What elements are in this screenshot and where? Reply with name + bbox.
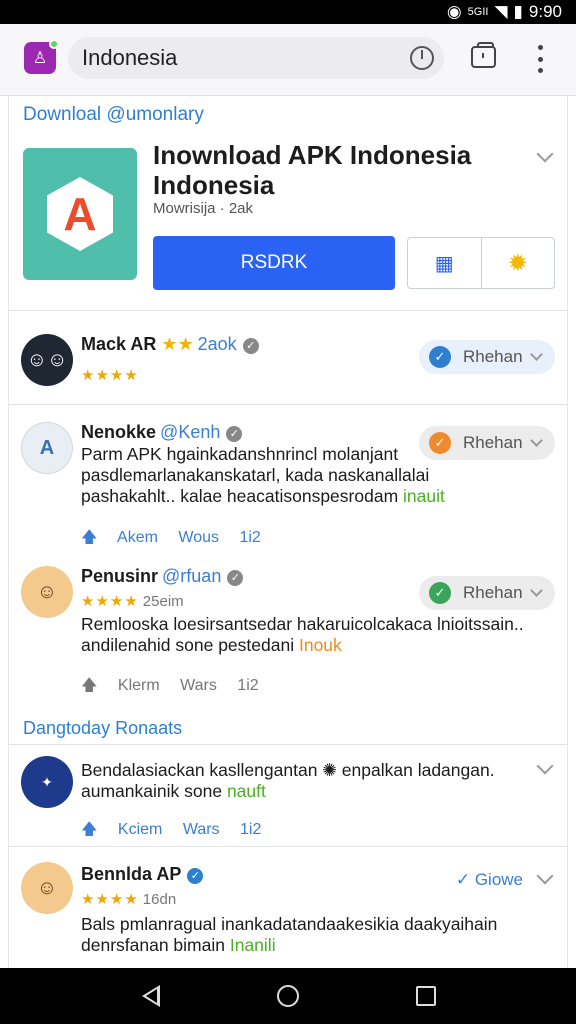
divider xyxy=(9,310,567,311)
verified-icon: ✓ xyxy=(187,868,204,884)
browser-toolbar: ♙ Indonesia xyxy=(0,24,576,96)
related-text: Bendalasiackan kasllengantan ✺ enpalkan … xyxy=(81,760,495,801)
action-count: 1i2 xyxy=(237,677,259,694)
avatar: ☺ xyxy=(21,862,73,914)
app-logo-icon: A xyxy=(23,148,137,280)
action-like[interactable]: Kciem xyxy=(118,821,162,838)
calendar-icon[interactable]: ▦ xyxy=(408,238,482,288)
status-bar: ◉ 5GII ◥ ▮ 9:90 xyxy=(0,0,576,24)
avatar: ✦ xyxy=(21,756,73,808)
review-author: Penusinr @rfuan ✓ xyxy=(81,566,244,587)
chevron-down-icon[interactable] xyxy=(536,145,554,163)
app-title: Inownload APK Indonesia Indonesia xyxy=(153,140,472,200)
reply-pill[interactable]: ✓ Rhehan xyxy=(419,426,555,460)
divider xyxy=(9,744,567,745)
upvote-icon[interactable]: 🡅 xyxy=(81,529,97,546)
review-rating: ★★★★ xyxy=(81,367,139,384)
chevron-down-icon[interactable] xyxy=(536,867,554,885)
gear-icon[interactable]: ✹ xyxy=(482,238,555,288)
action-like[interactable]: Klerm xyxy=(118,677,160,694)
clock: 9:90 xyxy=(528,2,562,21)
related-text: Bals pmlanragual inankadatandaakesikia d… xyxy=(81,914,498,955)
battery-icon: ▮ xyxy=(513,2,523,21)
review-actions: 🡅 Akem Wous 1i2 xyxy=(81,526,277,553)
action-reply[interactable]: Wars xyxy=(180,677,217,694)
system-navigation-bar xyxy=(0,968,576,1024)
action-like[interactable]: Akem xyxy=(117,529,158,546)
review-text: Parm APK hgainkadanshnrincl molanjant pa… xyxy=(81,444,445,506)
upvote-icon[interactable]: 🡅 xyxy=(81,677,97,694)
action-reply[interactable]: Wars xyxy=(183,821,220,838)
verified-icon: ✓ xyxy=(226,426,243,442)
action-count: 1i2 xyxy=(239,529,261,546)
action-reply[interactable]: Wous xyxy=(178,529,219,546)
review-rating: ★★★★ 25eim xyxy=(81,593,184,610)
back-icon[interactable] xyxy=(142,985,160,1007)
tabs-icon[interactable] xyxy=(471,42,496,68)
camera-icon: ◉ xyxy=(446,2,462,21)
app-meta: Mowrisija · 2ak xyxy=(153,200,254,217)
section-title-download: Downloal @umonlary xyxy=(23,104,204,125)
verified-icon: ✓ xyxy=(242,338,259,354)
divider xyxy=(9,846,567,847)
related-tag[interactable]: ✓ Giowe xyxy=(456,870,523,890)
upvote-icon[interactable]: 🡅 xyxy=(81,821,97,838)
install-button[interactable]: RSDRK xyxy=(153,236,395,290)
review-rating: ★★★★ 16dn xyxy=(81,891,177,908)
page-content: Downloal @umonlary A Inownload APK Indon… xyxy=(8,96,568,968)
review-author: Nenokke @Kenh ✓ xyxy=(81,422,243,443)
avatar: A xyxy=(21,422,73,474)
action-count: 1i2 xyxy=(240,821,262,838)
reply-pill[interactable]: ✓ Rhehan xyxy=(419,340,555,374)
review-actions: 🡅 Kciem Wars 1i2 xyxy=(81,818,277,845)
verified-icon: ✓ xyxy=(227,570,244,586)
avatar: ☺ xyxy=(21,566,73,618)
extension-icon[interactable]: ♙ xyxy=(24,39,59,74)
reload-icon[interactable] xyxy=(410,46,434,70)
url-text: Indonesia xyxy=(82,45,178,70)
section-title-related: Dangtoday Ronaats xyxy=(23,718,183,738)
review-author: Mack AR ★★ 2aok ✓ xyxy=(81,334,259,355)
url-bar[interactable]: Indonesia xyxy=(68,37,444,79)
notification-dot xyxy=(49,39,59,49)
review-author: Bennlda AP ✓ xyxy=(81,864,204,885)
review-text: Remlooska loesirsantsedar hakaruicolcaka… xyxy=(81,614,524,655)
more-menu-icon[interactable] xyxy=(536,45,544,73)
reply-pill[interactable]: ✓ Rhehan xyxy=(419,576,555,610)
leaf-icon: ✓ xyxy=(429,582,451,604)
divider xyxy=(9,404,567,405)
recents-icon[interactable] xyxy=(416,986,436,1006)
home-icon[interactable] xyxy=(277,985,299,1007)
check-icon: ✓ xyxy=(429,432,451,454)
network-label: 5GII xyxy=(467,6,489,18)
wifi-icon: ◥ xyxy=(494,2,508,21)
check-icon: ✓ xyxy=(429,346,451,368)
review-actions: 🡅 Klerm Wars 1i2 xyxy=(81,674,275,701)
avatar: ☺☺ xyxy=(21,334,73,386)
action-button-group: ▦ ✹ xyxy=(407,237,555,289)
